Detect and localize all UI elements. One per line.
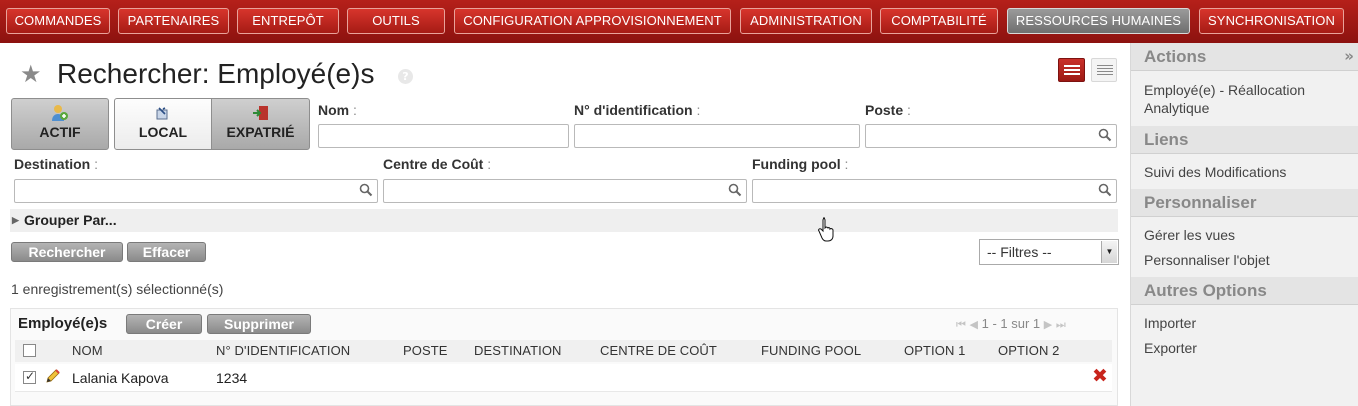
sidebar-item-exporter[interactable]: Exporter (1144, 339, 1197, 357)
cell-nom: Lalania Kapova (72, 370, 169, 386)
grid-view-icon (1097, 65, 1113, 76)
menu-comptabilite[interactable]: COMPTABILITÉ (880, 8, 998, 34)
sidebar-heading-autres-options: Autres Options (1131, 277, 1358, 305)
expand-triangle-icon: ▶ (12, 215, 19, 225)
search-icon[interactable] (1098, 183, 1112, 197)
search-icon[interactable] (1098, 128, 1112, 142)
help-icon[interactable]: ? (398, 69, 413, 84)
menu-entrepot[interactable]: ENTREPÔT (237, 8, 339, 34)
sidebar-item-suivi[interactable]: Suivi des Modifications (1144, 163, 1286, 181)
sidebar-item-reallocation[interactable]: Employé(e) - Réallocation Analytique (1144, 81, 1344, 117)
sidebar-item-gerer-vues[interactable]: Gérer les vues (1144, 226, 1235, 244)
edit-pencil-icon[interactable] (45, 368, 61, 384)
page-title: Rechercher: Employé(e)s (57, 58, 375, 89)
column-header[interactable]: NOM (72, 343, 103, 358)
chevron-down-icon[interactable]: ▼ (1101, 241, 1117, 263)
sidebar-heading-personnaliser: Personnaliser (1131, 189, 1358, 217)
menu-outils[interactable]: OUTILS (347, 8, 445, 34)
filters-select[interactable]: -- Filtres -- ▼ (979, 239, 1119, 265)
last-page-icon[interactable]: ⏭ (1056, 319, 1066, 331)
delete-row-icon[interactable]: ✖ (1092, 367, 1108, 386)
select-all-checkbox[interactable] (23, 344, 36, 357)
column-header[interactable]: FUNDING POOL (761, 343, 861, 358)
sidebar-heading-liens: Liens (1131, 126, 1358, 154)
selection-count: 1 enregistrement(s) sélectionné(s) (11, 281, 224, 297)
identification-input[interactable] (574, 124, 860, 148)
centre-cout-input[interactable] (383, 179, 747, 203)
row-checkbox[interactable] (23, 369, 36, 384)
filters-select-value: -- Filtres -- (987, 244, 1052, 260)
filter-expatrie-label: EXPATRIÉ (226, 124, 295, 140)
column-header[interactable]: POSTE (403, 343, 448, 358)
search-button[interactable]: Rechercher (11, 242, 123, 262)
menu-commandes[interactable]: COMMANDES (6, 8, 110, 34)
menu-configuration-approvisionnement[interactable]: CONFIGURATION APPROVISIONNEMENT (454, 8, 731, 34)
pager-text: 1 - 1 sur 1 (981, 316, 1041, 331)
list-view-button[interactable] (1058, 58, 1085, 82)
clear-button[interactable]: Effacer (127, 242, 206, 262)
column-header[interactable]: DESTINATION (474, 343, 562, 358)
destination-label: Destination : (14, 156, 99, 172)
delete-button[interactable]: Supprimer (207, 314, 311, 334)
hand-cursor-icon (818, 217, 834, 242)
search-icon[interactable] (359, 183, 373, 197)
list-title: Employé(e)s (18, 315, 108, 332)
column-header[interactable]: CENTRE DE COÛT (600, 343, 717, 358)
poste-label: Poste : (865, 102, 911, 118)
centre-cout-label: Centre de Coût : (383, 156, 492, 172)
funding-pool-input[interactable] (752, 179, 1117, 203)
sidebar-item-personnaliser-objet[interactable]: Personnaliser l'objet (1144, 251, 1270, 269)
sidebar-heading-actions: Actions (1131, 43, 1358, 71)
main-menu-bar: COMMANDES PARTENAIRES ENTREPÔT OUTILS CO… (0, 0, 1358, 43)
filter-actif-button[interactable]: ACTIF (11, 98, 109, 150)
create-button[interactable]: Créer (126, 314, 202, 334)
filter-expatrie-button[interactable]: EXPATRIÉ (211, 98, 310, 150)
grid-view-button[interactable] (1091, 58, 1117, 82)
nom-label: Nom : (318, 102, 357, 118)
list-view-icon (1064, 65, 1080, 76)
filter-actif-label: ACTIF (39, 124, 81, 140)
column-header[interactable]: OPTION 1 (904, 343, 965, 358)
column-header[interactable]: OPTION 2 (998, 343, 1059, 358)
prev-page-icon[interactable]: ◀ (970, 319, 978, 331)
sidebar-item-importer[interactable]: Importer (1144, 314, 1196, 332)
funding-pool-label: Funding pool : (752, 156, 849, 172)
group-by-toggle[interactable]: ▶ Grouper Par... (10, 209, 1118, 232)
menu-partenaires[interactable]: PARTENAIRES (118, 8, 229, 34)
favorite-star-icon[interactable]: ★ (20, 60, 42, 88)
group-by-label: Grouper Par... (24, 212, 117, 228)
cell-identification: 1234 (216, 370, 248, 386)
users-icon (51, 104, 69, 122)
destination-input[interactable] (14, 179, 378, 203)
column-header[interactable]: N° D'IDENTIFICATION (216, 343, 350, 358)
poste-input[interactable] (865, 124, 1117, 148)
first-page-icon[interactable]: ⏮ (956, 319, 966, 331)
local-icon (154, 104, 172, 122)
pager: ⏮ ◀ 1 - 1 sur 1 ▶ ⏭ (956, 316, 1066, 332)
menu-administration[interactable]: ADMINISTRATION (740, 8, 872, 34)
exit-door-icon (252, 104, 270, 122)
next-page-icon[interactable]: ▶ (1044, 319, 1052, 331)
sidebar: Actions » Employé(e) - Réallocation Anal… (1130, 43, 1358, 406)
menu-ressources-humaines[interactable]: RESSOURCES HUMAINES (1007, 8, 1190, 34)
identification-label: N° d'identification : (574, 102, 701, 118)
filter-local-button[interactable]: LOCAL (114, 98, 212, 150)
table-row[interactable] (15, 364, 1112, 392)
nom-input[interactable] (318, 124, 569, 148)
menu-synchronisation[interactable]: SYNCHRONISATION (1199, 8, 1344, 34)
collapse-sidebar-icon[interactable]: » (1344, 47, 1354, 65)
search-icon[interactable] (728, 183, 742, 197)
filter-local-label: LOCAL (138, 124, 188, 140)
